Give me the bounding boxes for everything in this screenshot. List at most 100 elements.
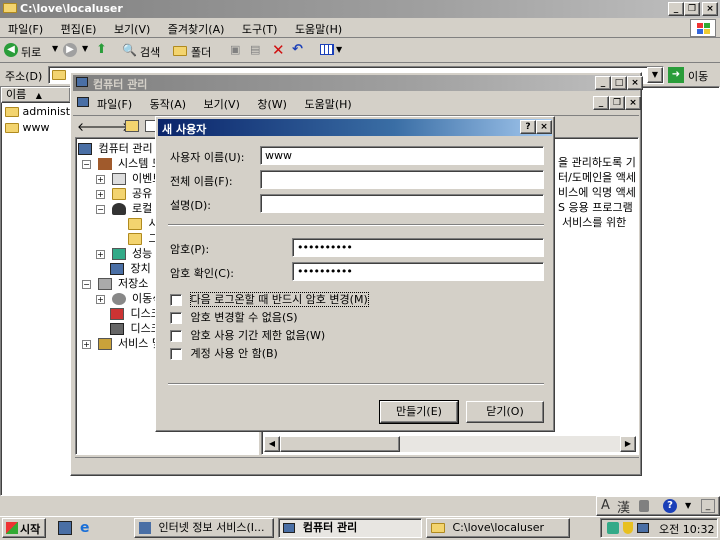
scroll-thumb[interactable] xyxy=(280,436,400,452)
input-mode-indicator[interactable]: A xyxy=(601,498,610,513)
child-close-button[interactable]: × xyxy=(625,96,641,110)
search-icon[interactable]: 🔍 xyxy=(122,43,137,57)
explorer-titlebar[interactable]: C:\love\localuser _ ❐ × xyxy=(0,0,720,18)
mmc-menu-file[interactable]: 파일(F) xyxy=(97,98,132,111)
collapse-icon[interactable]: − xyxy=(96,204,105,214)
maximize-button[interactable]: □ xyxy=(611,76,627,90)
scroll-left-button[interactable]: ◀ xyxy=(264,436,280,452)
expand-icon[interactable]: + xyxy=(96,189,105,199)
close-button[interactable]: × xyxy=(536,120,552,134)
checkbox-cannot-change[interactable]: 암호 변경할 수 없음(S) xyxy=(170,309,298,325)
checkbox-never-expires[interactable]: 암호 사용 기간 제한 없음(W) xyxy=(170,327,325,343)
tree-event-viewer[interactable]: + 이벤트 xyxy=(96,170,162,186)
checkbox[interactable] xyxy=(170,348,182,360)
expand-icon[interactable]: + xyxy=(96,249,105,259)
show-desktop-icon[interactable] xyxy=(58,521,72,535)
back-dropdown-icon[interactable]: ▼ xyxy=(52,44,58,53)
address-dropdown-button[interactable]: ▼ xyxy=(647,67,663,83)
expand-icon[interactable]: + xyxy=(82,339,91,349)
username-input[interactable]: www xyxy=(260,146,544,165)
scroll-right-button[interactable]: ▶ xyxy=(620,436,636,452)
taskbar-explorer-button[interactable]: C:\love\localuser xyxy=(426,518,570,538)
menu-file[interactable]: 파일(F) xyxy=(8,23,43,36)
checkbox[interactable] xyxy=(170,294,182,306)
taskbar-iis-button[interactable]: 인터넷 정보 서비스(I... xyxy=(134,518,274,538)
clock[interactable]: 오전 10:32 xyxy=(659,521,714,537)
expand-icon[interactable]: + xyxy=(96,174,105,184)
child-minimize-button[interactable]: _ xyxy=(593,96,609,110)
taskbar-mmc-button[interactable]: 컴퓨터 관리 xyxy=(278,518,422,538)
password-input[interactable]: •••••••••• xyxy=(292,238,544,257)
close-dialog-button[interactable]: 닫기(O) xyxy=(466,401,544,423)
go-button-label[interactable]: 이동 xyxy=(688,68,708,84)
horizontal-scrollbar[interactable]: ◀ ▶ xyxy=(264,436,636,452)
menu-help[interactable]: 도움말(H) xyxy=(295,23,342,36)
collapse-icon[interactable]: − xyxy=(82,159,91,169)
forward-arrow-icon[interactable]: ▶ xyxy=(63,43,77,57)
up-level-icon[interactable] xyxy=(125,120,139,132)
folders-icon[interactable] xyxy=(173,46,187,56)
start-button[interactable]: 시작 xyxy=(2,518,46,538)
checkbox[interactable] xyxy=(170,330,182,342)
up-folder-icon[interactable]: ⬆ xyxy=(96,42,107,57)
minimize-button[interactable]: _ xyxy=(595,76,611,90)
help-icon[interactable]: ? xyxy=(663,499,677,513)
file-item[interactable]: www xyxy=(5,121,50,134)
tree-root[interactable]: 컴퓨터 관리 xyxy=(78,140,153,156)
dialog-titlebar[interactable]: 새 사용자 ? × xyxy=(158,119,552,136)
menu-favorites[interactable]: 즐겨찾기(A) xyxy=(168,23,225,36)
mmc-menu-window[interactable]: 창(W) xyxy=(257,98,287,111)
child-restore-button[interactable]: ❐ xyxy=(609,96,625,110)
tree-performance[interactable]: + 성능 xyxy=(96,245,152,261)
help-button[interactable]: ? xyxy=(520,120,536,134)
checkbox-must-change[interactable]: 다음 로그온할 때 반드시 암호 변경(M) xyxy=(170,291,369,307)
tree-device-manager[interactable]: 장치 xyxy=(110,260,151,276)
folders-button-label[interactable]: 폴더 xyxy=(191,44,211,60)
minimize-button[interactable]: _ xyxy=(668,2,684,16)
langbar-minimize-icon[interactable]: _ xyxy=(701,499,715,513)
collapse-icon[interactable]: − xyxy=(82,279,91,289)
tree-removable-storage[interactable]: + 이동식 xyxy=(96,290,162,306)
back-arrow-icon[interactable]: ◀ xyxy=(4,43,18,57)
fullname-input[interactable] xyxy=(260,170,544,189)
monitor-icon[interactable] xyxy=(637,523,649,533)
network-icon[interactable] xyxy=(607,522,619,534)
confirm-password-input[interactable]: •••••••••• xyxy=(292,262,544,281)
langbar-options-icon[interactable]: ▼ xyxy=(685,501,691,510)
file-item[interactable]: administr xyxy=(5,105,75,118)
close-button[interactable]: × xyxy=(702,2,718,16)
tree-services[interactable]: + 서비스 및 xyxy=(82,335,162,351)
search-button-label[interactable]: 검색 xyxy=(140,44,160,60)
hanja-button[interactable]: 漢 xyxy=(617,497,630,516)
restore-button[interactable]: ❐ xyxy=(684,2,700,16)
ie-icon[interactable]: e xyxy=(80,520,90,536)
expand-icon[interactable]: + xyxy=(96,294,105,304)
views-dropdown-icon[interactable]: ▼ xyxy=(336,45,342,54)
mmc-menu-help[interactable]: 도움말(H) xyxy=(304,98,351,111)
tree-disk-management[interactable]: 디스크 xyxy=(110,320,161,336)
back-button-label[interactable]: 뒤로 xyxy=(21,44,41,60)
close-button[interactable]: × xyxy=(627,76,643,90)
menu-edit[interactable]: 편집(E) xyxy=(61,23,97,36)
tree-storage[interactable]: − 저장소 xyxy=(82,275,148,291)
mmc-menu-action[interactable]: 동작(A) xyxy=(150,98,186,111)
console-icon[interactable] xyxy=(77,97,89,107)
security-shield-icon[interactable] xyxy=(623,522,633,534)
description-input[interactable] xyxy=(260,194,544,213)
tree-local-users[interactable]: − 로컬 xyxy=(96,200,152,216)
tree-disk-defrag[interactable]: 디스크 xyxy=(110,305,161,321)
menu-view[interactable]: 보기(V) xyxy=(114,23,150,36)
tree-shared-folders[interactable]: + 공유 xyxy=(96,185,152,201)
checkbox[interactable] xyxy=(170,312,182,324)
move-to-icon[interactable]: ▣ xyxy=(230,43,240,56)
views-icon[interactable] xyxy=(320,44,334,55)
mmc-menu-view[interactable]: 보기(V) xyxy=(204,98,240,111)
copy-to-icon[interactable]: ▤ xyxy=(250,43,260,56)
ime-pad-icon[interactable] xyxy=(639,500,649,512)
delete-icon[interactable]: ✕ xyxy=(272,41,285,59)
go-arrow-icon[interactable]: ➜ xyxy=(668,67,684,83)
undo-icon[interactable]: ↶ xyxy=(292,42,303,57)
checkbox-disabled[interactable]: 계정 사용 안 함(B) xyxy=(170,345,278,361)
forward-dropdown-icon[interactable]: ▼ xyxy=(82,44,88,53)
tree-system-tools[interactable]: − 시스템 도 xyxy=(82,155,162,171)
